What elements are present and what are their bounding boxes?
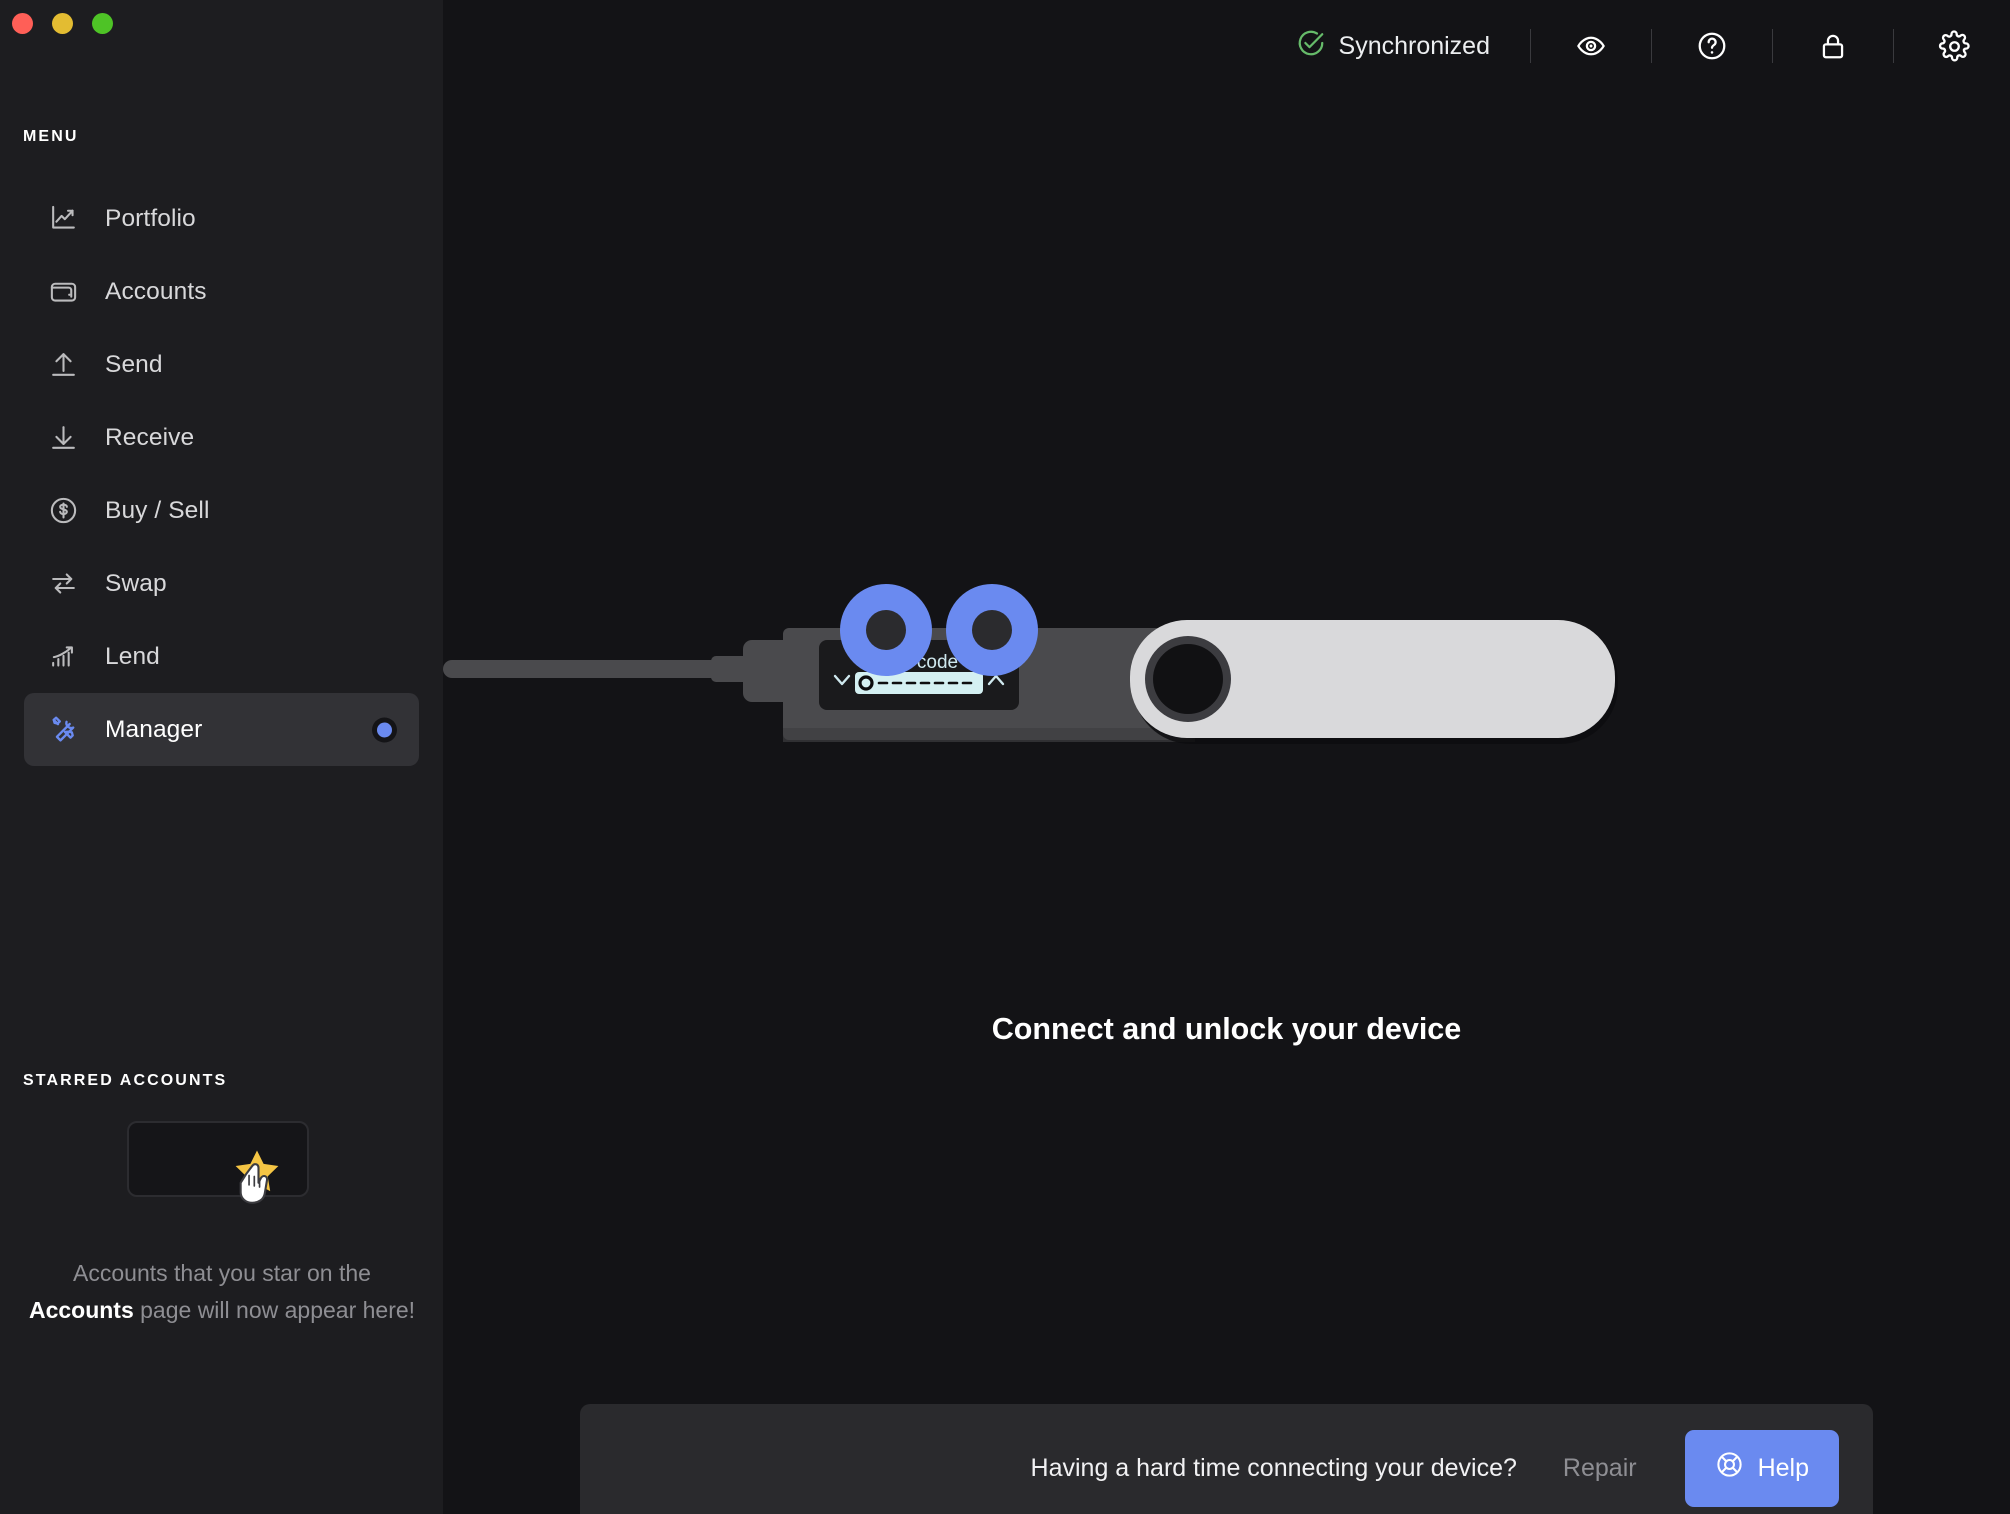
sidebar-item-receive[interactable]: Receive (24, 401, 419, 474)
sidebar-nav: Portfolio Accounts Send Receive Buy / Se… (0, 182, 443, 766)
help-bar: Having a hard time connecting your devic… (580, 1404, 1873, 1514)
sync-status-label: Synchronized (1338, 31, 1490, 60)
sidebar-item-label: Swap (105, 569, 167, 597)
sync-status[interactable]: Synchronized (1296, 28, 1490, 65)
close-window-button[interactable] (12, 13, 33, 34)
sidebar-item-label: Manager (105, 715, 203, 743)
starred-empty-text: Accounts that you star on the Accounts p… (22, 1255, 422, 1329)
app-window: MENU Portfolio Accounts Send Receive Buy… (0, 0, 2010, 1514)
sidebar-item-manager[interactable]: Manager (24, 693, 419, 766)
help-button[interactable]: Help (1684, 1429, 1839, 1507)
menu-section-label: MENU (23, 128, 79, 145)
main-content: Synchronized PIN code Connect and unlock… (443, 0, 2010, 1514)
swap-arrows-icon (46, 567, 80, 601)
starred-empty-illustration (0, 1108, 443, 1228)
toolbar-divider (1772, 29, 1773, 63)
repair-button[interactable]: Repair (1563, 1454, 1637, 1483)
starred-empty-text-bold: Accounts (28, 1297, 134, 1323)
toolbar-divider (1651, 29, 1652, 63)
window-traffic-lights (12, 13, 113, 34)
starred-empty-text-part1: Accounts that you star on the (73, 1260, 371, 1286)
starred-empty-text-part2: page will now appear here! (133, 1297, 416, 1323)
sidebar-item-swap[interactable]: Swap (24, 547, 419, 620)
arrow-down-icon (46, 421, 80, 455)
dollar-circle-icon (46, 494, 80, 528)
toolbar-divider (1530, 29, 1531, 63)
zoom-window-button[interactable] (92, 13, 113, 34)
sidebar: MENU Portfolio Accounts Send Receive Buy… (0, 0, 443, 1514)
ledger-nano-device-illustration: PIN code (443, 584, 1618, 744)
arrow-up-icon (46, 348, 80, 382)
sidebar-item-label: Accounts (105, 277, 207, 305)
sidebar-item-label: Lend (105, 642, 160, 670)
sidebar-item-label: Receive (105, 423, 195, 451)
usb-cable (443, 660, 733, 678)
sidebar-item-send[interactable]: Send (24, 328, 419, 401)
chart-line-icon (46, 202, 80, 236)
sidebar-item-label: Buy / Sell (105, 496, 210, 524)
question-circle-icon[interactable] (1692, 26, 1732, 66)
minimize-window-button[interactable] (52, 13, 73, 34)
bar-growth-icon (46, 640, 80, 674)
sidebar-item-lend[interactable]: Lend (24, 620, 419, 693)
page-title: Connect and unlock your device (991, 1012, 1462, 1046)
top-bar: Synchronized (443, 0, 2010, 92)
help-bar-message: Having a hard time connecting your devic… (1030, 1453, 1517, 1482)
manager-update-badge (372, 717, 397, 742)
sidebar-item-buy-sell[interactable]: Buy / Sell (24, 474, 419, 547)
check-circle-icon (1296, 28, 1326, 65)
sidebar-item-accounts[interactable]: Accounts (24, 255, 419, 328)
starred-accounts-section-label: STARRED ACCOUNTS (23, 1072, 228, 1089)
sidebar-item-label: Send (105, 350, 163, 378)
help-button-label: Help (1757, 1453, 1809, 1482)
lifebuoy-icon (1715, 1450, 1744, 1486)
sidebar-item-label: Portfolio (105, 204, 196, 232)
device-illustration-area: PIN code (443, 560, 2010, 860)
blue-dot-icon (377, 722, 392, 737)
gear-icon[interactable] (1934, 26, 1974, 66)
tools-icon (46, 713, 80, 747)
sidebar-item-portfolio[interactable]: Portfolio (24, 182, 419, 255)
eye-icon[interactable] (1571, 26, 1611, 66)
toolbar-divider (1893, 29, 1894, 63)
lock-icon[interactable] (1813, 26, 1853, 66)
wallet-icon (46, 275, 80, 309)
